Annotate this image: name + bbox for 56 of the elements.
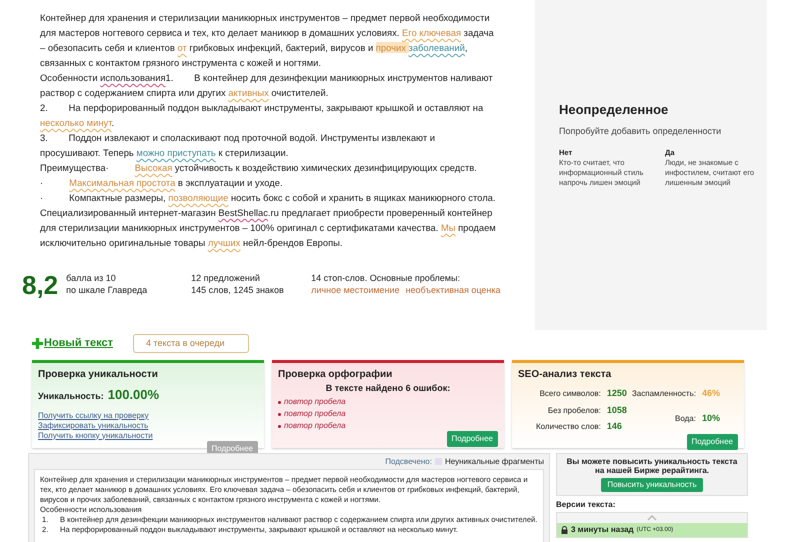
uniqueness-label: Уникальность: (38, 390, 104, 403)
stat-label: Заспамленность: (632, 388, 696, 400)
article-paragraph: · Компактные размеры, позволяющие носить бокс с собой и хранить в ящиках маникюрного стола. (40, 191, 496, 205)
hint-title: Неопределенное (559, 101, 670, 119)
text-stat: 145 слов, 1245 знаков (191, 284, 285, 296)
stat-label: Всего символов: (538, 388, 601, 400)
score-caption: по шкале Главреда (66, 284, 148, 296)
chevron-up-icon[interactable] (647, 515, 657, 521)
error-item[interactable]: повтор пробела (284, 397, 346, 407)
new-text-link[interactable]: Новый текст (32, 335, 114, 352)
article-paragraph: Преимущества· Высокая устойчивость к воздействию химических дезинфицирующих средств. (40, 161, 478, 175)
article-paragraph: 3. Поддон извлекают и споласкивают под проточной водой. Инструменты извлекают и просушивают. Теперь можно приступать к стерилизации. (40, 131, 436, 160)
card-title: SEO-анализ текста (518, 369, 612, 381)
card-link[interactable]: Получить ссылку на проверку (38, 410, 149, 420)
plus-icon (32, 338, 43, 349)
score-caption: балла из 10 (66, 272, 117, 284)
bullet-icon (278, 412, 281, 416)
stat-value: 146 (606, 420, 623, 433)
article-paragraph: Контейнер для хранения и стерилизации маникюрных инструментов – предмет первой необходимости для мастеров ногтевого сервиса и тех, кто делает маникюр в домашних условиях. Его ключевая задача – обезопасить себя и клиентов от грибковых инфекций, бактерий, вирусов и прочих заболеваний, связанных с контактом грязного инструмента с кожей и ногтями. (40, 11, 495, 70)
card-link[interactable]: Получить кнопку уникальности (38, 430, 153, 440)
legend-label: Неуникальные фрагменты (444, 457, 544, 466)
article-paragraph: 2. На перфорированный поддон выкладывают инструменты, закрывают крышкой и оставляют на несколько минут. (40, 101, 484, 130)
boost-button[interactable]: Повысить уникальность (601, 478, 703, 492)
card-link[interactable]: Зафиксировать уникальность (38, 420, 148, 430)
promo-text: Вы можете повысить уникальность текста на нашей Бирже рерайтинга. (566, 457, 738, 475)
stat-label: Количество слов: (536, 421, 601, 433)
stat-value: 46% (702, 387, 720, 400)
article-paragraph: · Максимальная простота в эксплуатации и уходе. (40, 176, 284, 190)
article-paragraph: Особенности использования1. В контейнер для дезинфекции маникюрных инструментов наливают раствор с содержанием спирта или других активных очистителей. (40, 71, 494, 100)
card-title: Проверка уникальности (38, 369, 159, 381)
article-paragraph: Специализированный интернет-магазин BestShellac.ru предлагает приобрести проверенный контейнер для стерилизации маникюрных инструментов – 100% оригинал с сертификатами качества. Мы продаем исключительно оригинальные товары лучших нейл-брендов Европы. (40, 206, 497, 250)
problem-tag[interactable]: необъективная оценка (406, 284, 501, 296)
stat-value: 1058 (606, 404, 627, 416)
error-item[interactable]: повтор пробела (284, 409, 346, 419)
stat-value: 1250 (606, 387, 627, 400)
error-item[interactable]: повтор пробела (284, 421, 346, 431)
problem-tag[interactable]: личное местоимение (311, 284, 400, 296)
bullet-icon (278, 424, 281, 428)
score-value: 8,2 (22, 272, 58, 298)
details-button[interactable]: Подробнее (446, 431, 498, 447)
card-title: Проверка орфографии (278, 369, 394, 381)
details-button[interactable]: Подробнее (686, 434, 738, 450)
hint-subtitle: Попробуйте добавить определенности (559, 124, 722, 138)
version-time: 3 минуты назад (571, 525, 634, 535)
stat-label: Вода: (674, 412, 696, 425)
problems-title: 14 стоп-слов. Основные проблемы: (311, 272, 461, 284)
text-stat: 12 предложений (191, 272, 261, 284)
versions-title: Версии текста: (556, 500, 616, 510)
bullet-icon (278, 400, 281, 404)
highlight-label: Подсвечено: (385, 457, 432, 466)
queue-button[interactable]: 4 текста в очереди (133, 334, 250, 353)
stat-value: 10% (702, 412, 720, 425)
uniqueness-value: 100.00% (108, 386, 160, 404)
error-summary: В тексте найдено 6 ошибок: (326, 383, 450, 394)
stat-label: Без пробелов: (546, 404, 601, 416)
lock-icon (561, 526, 568, 534)
